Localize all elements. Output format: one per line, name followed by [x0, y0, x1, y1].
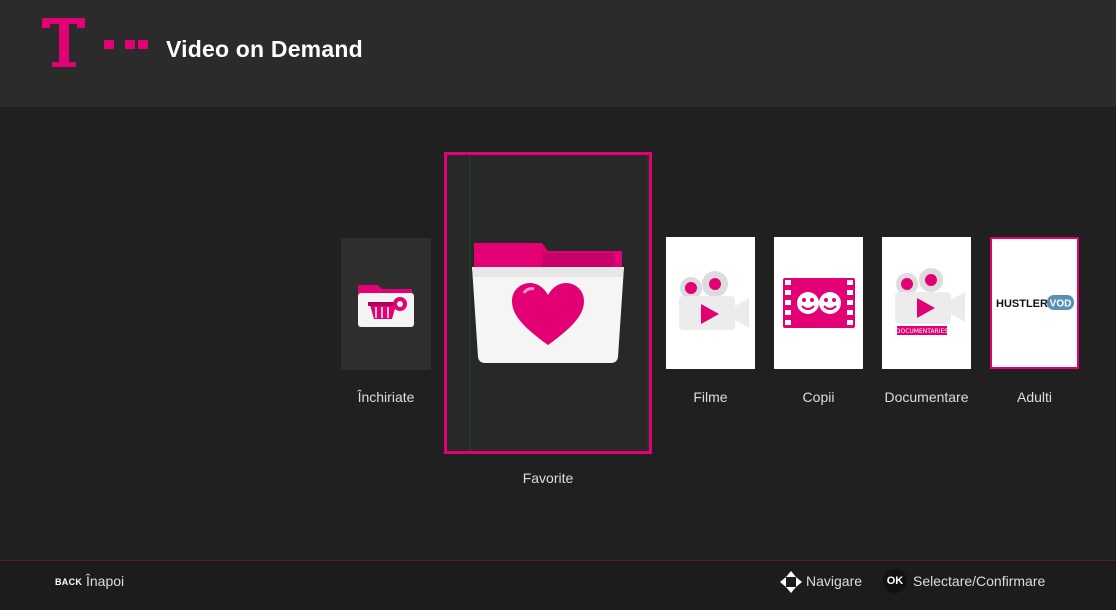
category-label-rented: Închiriate [357, 389, 415, 405]
category-label-adult: Adulti [1016, 389, 1053, 405]
footer-bar: BACK Înapoi Navigare OK Selectare/Confir… [0, 561, 1116, 610]
navigate-hint-label: Navigare [806, 573, 863, 589]
category-label-movies: Filme [693, 389, 728, 405]
category-tile-adult[interactable]: HUSTLER VOD [990, 237, 1079, 369]
back-key-badge: BACK [55, 577, 83, 587]
kids-film-icon [782, 278, 855, 328]
category-tile-kids[interactable] [774, 237, 863, 369]
back-hint-label[interactable]: Înapoi [86, 573, 124, 589]
hustler-logo-text: HUSTLER [996, 298, 1048, 310]
vod-logo-badge: VOD [1049, 299, 1071, 310]
documentary-camera-icon: DOCUMENTARIES [894, 268, 965, 335]
hustler-vod-logo: HUSTLER VOD [996, 295, 1074, 310]
selection-stripe [647, 155, 649, 451]
header: Video on Demand [0, 0, 1116, 107]
page-title: Video on Demand [166, 36, 363, 62]
category-tile-favorite[interactable] [444, 152, 652, 454]
ok-key-badge: OK [883, 569, 907, 593]
category-label-favorite: Favorite [522, 470, 574, 486]
confirm-hint-label[interactable]: Selectare/Confirmare [913, 573, 1045, 589]
category-tile-rented[interactable] [341, 238, 431, 370]
directional-arrows-icon [780, 571, 802, 593]
category-tile-docs[interactable]: DOCUMENTARIES [882, 237, 971, 369]
category-label-docs: Documentare [884, 389, 969, 405]
documentaries-caption: DOCUMENTARIES [895, 328, 947, 335]
basket-folder-icon [358, 285, 414, 327]
category-tile-movies[interactable] [666, 237, 755, 369]
telekom-t-logo [42, 18, 148, 67]
category-label-kids: Copii [802, 389, 835, 405]
heart-folder-icon [472, 243, 624, 363]
vod-screen: Video on Demand Închiriate Favorite Film… [0, 0, 1116, 610]
video-camera-icon [678, 271, 749, 330]
